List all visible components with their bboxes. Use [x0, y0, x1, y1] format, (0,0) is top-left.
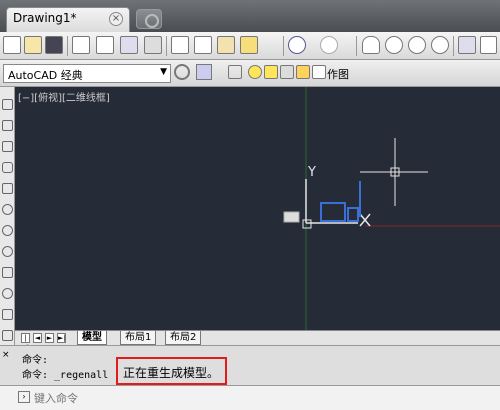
next-tab-icon[interactable]: ► — [45, 333, 54, 343]
workspace-label: AutoCAD 经典 — [8, 69, 83, 82]
prev-tab-icon[interactable]: ◄ — [33, 333, 42, 343]
revision-cloud-icon[interactable] — [2, 246, 13, 257]
chevron-down-icon: ▼ — [160, 67, 167, 77]
first-tab-icon[interactable]: |◄ — [21, 333, 30, 350]
tab-label: Drawing1* — [13, 11, 77, 25]
polyline-icon[interactable] — [2, 141, 13, 152]
layer-name[interactable]: 作图 — [327, 66, 349, 82]
draw-toolbar — [0, 87, 15, 345]
pan-icon[interactable] — [362, 36, 380, 54]
toolbar-separator — [453, 36, 454, 56]
publish-icon[interactable] — [120, 36, 138, 54]
save-icon[interactable] — [45, 36, 63, 54]
zoom-realtime-icon[interactable] — [385, 36, 403, 54]
match-properties-icon[interactable] — [240, 36, 258, 54]
zoom-previous-icon[interactable] — [431, 36, 449, 54]
zoom-window-icon[interactable] — [408, 36, 426, 54]
tab-layout2[interactable]: 布局2 — [165, 331, 202, 345]
title-bar: Drawing1* × — [0, 0, 500, 32]
ellipse-icon[interactable] — [2, 288, 13, 299]
history-line: 命令: _regenall — [22, 370, 109, 381]
design-center-icon[interactable] — [480, 36, 497, 54]
canvas-graphics: Y — [283, 87, 500, 330]
selection-rect-large — [320, 202, 346, 222]
close-icon[interactable]: × — [109, 12, 123, 26]
toolbar-separator — [166, 36, 167, 56]
polygon-icon[interactable] — [2, 162, 13, 173]
new-icon[interactable] — [3, 36, 21, 54]
hatch-icon[interactable] — [2, 330, 13, 341]
circle-icon[interactable] — [2, 225, 13, 236]
paste-icon[interactable] — [217, 36, 235, 54]
drawing-canvas[interactable]: [−][俯视][二维线框] Y — [15, 87, 500, 330]
tab-drawing1[interactable]: Drawing1* × — [6, 7, 130, 32]
command-history: × 命令: 命令: _regenall — [0, 345, 500, 385]
tab-layout1[interactable]: 布局1 — [120, 331, 157, 345]
open-icon[interactable] — [24, 36, 42, 54]
command-status-message: 正在重生成模型。 — [116, 357, 227, 385]
sun-icon[interactable] — [264, 65, 278, 79]
toolbar-separator — [356, 36, 357, 56]
copy-icon[interactable] — [194, 36, 212, 54]
workspace-toolbar: AutoCAD 经典 ▼ 作图 — [0, 60, 500, 87]
freeze-icon[interactable] — [280, 65, 294, 79]
gear-icon[interactable] — [174, 64, 190, 80]
cut-icon[interactable] — [171, 36, 189, 54]
selection-rect-small — [347, 207, 359, 222]
rectangle-icon[interactable] — [2, 183, 13, 194]
layer-properties-icon[interactable] — [228, 65, 242, 79]
toolbar-separator — [283, 36, 284, 56]
command-input[interactable] — [34, 390, 494, 407]
command-prompt-icon[interactable]: › — [18, 391, 30, 403]
history-line: 命令: — [22, 355, 49, 366]
bulb-icon[interactable] — [248, 65, 262, 79]
lock-icon[interactable] — [296, 65, 310, 79]
spline-icon[interactable] — [2, 267, 13, 278]
grip-icon — [283, 211, 300, 223]
workspace-settings-icon[interactable] — [196, 64, 212, 80]
print-icon[interactable] — [72, 36, 90, 54]
preview-icon[interactable] — [96, 36, 114, 54]
undo-icon[interactable] — [288, 36, 306, 54]
tab-model[interactable]: 模型 — [77, 331, 107, 345]
color-swatch-icon[interactable] — [312, 65, 326, 79]
line-icon[interactable] — [2, 99, 13, 110]
insert-block-icon[interactable] — [2, 309, 13, 320]
command-line: › — [0, 385, 500, 410]
properties-icon[interactable] — [458, 36, 476, 54]
standard-toolbar — [0, 32, 500, 60]
layout-tab-bar: |◄ ◄ ► ►| 模型 布局1 布局2 — [15, 330, 500, 350]
3d-print-icon[interactable] — [144, 36, 162, 54]
last-tab-icon[interactable]: ►| — [57, 333, 66, 343]
construction-line-icon[interactable] — [2, 120, 13, 131]
toolbar-separator — [67, 36, 68, 56]
ucs-origin-box — [302, 219, 312, 229]
workspace-select[interactable]: AutoCAD 经典 ▼ — [3, 64, 171, 83]
arc-icon[interactable] — [2, 204, 13, 215]
redo-icon[interactable] — [320, 36, 338, 54]
new-tab-button[interactable] — [136, 9, 162, 29]
ucs-y-label: Y — [307, 165, 316, 180]
close-icon[interactable]: × — [2, 350, 12, 360]
